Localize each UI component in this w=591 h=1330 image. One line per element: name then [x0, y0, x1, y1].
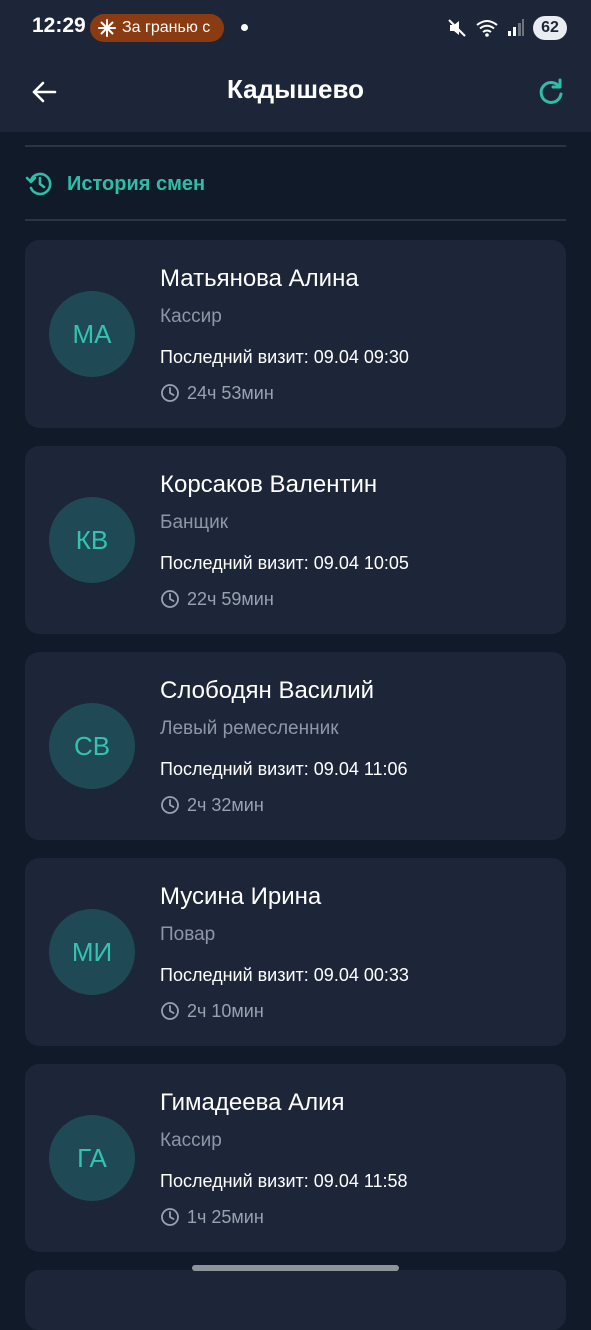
clock-icon — [161, 1208, 179, 1226]
signal-icon — [508, 19, 524, 36]
clock-icon — [161, 796, 179, 814]
employee-card[interactable]: СВ Слободян Василий Левый ремесленник По… — [25, 652, 566, 840]
employee-name: Гимадеева Алия — [160, 1089, 345, 1116]
duration-text: 2ч 32мин — [187, 794, 264, 815]
employee-name: Корсаков Валентин — [160, 471, 378, 498]
wifi-icon — [476, 20, 498, 37]
status-icons: 62 — [447, 14, 567, 42]
avatar: КВ — [49, 497, 135, 583]
duration-text: 24ч 53мин — [187, 382, 274, 403]
employee-role: Кассир — [160, 1130, 222, 1151]
employee-name: Матьянова Алина — [160, 265, 359, 292]
employee-card[interactable]: ГА Гимадеева Алия Кассир Последний визит… — [25, 1064, 566, 1252]
refresh-icon — [539, 78, 563, 104]
page-title: Кадышево — [226, 74, 364, 104]
shift-duration: 22ч 59мин — [160, 588, 274, 610]
battery-level: 62 — [533, 16, 567, 40]
shift-duration: 2ч 32мин — [160, 794, 264, 816]
clock-icon — [161, 384, 179, 402]
home-indicator[interactable] — [192, 1265, 399, 1271]
last-visit: Последний визит: 09.04 00:33 — [160, 965, 409, 985]
duration-text: 22ч 59мин — [187, 588, 274, 609]
avatar: ГА — [49, 1115, 135, 1201]
shift-duration: 2ч 10мин — [160, 1000, 264, 1022]
status-bar: 12:29 За гранью с 62 — [0, 0, 591, 58]
duration-text: 2ч 10мин — [187, 1000, 264, 1021]
employee-name: Слободян Василий — [160, 677, 375, 704]
mute-icon — [448, 19, 466, 37]
duration-text: 1ч 25мин — [187, 1206, 264, 1227]
employee-role: Повар — [160, 924, 216, 945]
employee-role: Кассир — [160, 306, 222, 327]
app-bar: Кадышево — [0, 58, 591, 132]
history-icon — [25, 172, 52, 196]
notification-pill[interactable]: За гранью с — [90, 14, 224, 42]
last-visit: Последний визит: 09.04 11:06 — [160, 759, 408, 779]
employee-role: Левый ремесленник — [160, 718, 339, 739]
avatar: МА — [49, 291, 135, 377]
history-label: История смен — [67, 172, 206, 195]
divider-bottom — [25, 219, 566, 221]
last-visit: Последний визит: 09.04 10:05 — [160, 553, 409, 573]
employee-card[interactable]: МИ Мусина Ирина Повар Последний визит: 0… — [25, 858, 566, 1046]
clock-icon — [161, 590, 179, 608]
clock-icon — [161, 1002, 179, 1020]
last-visit: Последний визит: 09.04 09:30 — [160, 347, 409, 367]
notification-text: За гранью с — [122, 19, 211, 36]
avatar: СВ — [49, 703, 135, 789]
employee-card[interactable]: МА Матьянова Алина Кассир Последний визи… — [25, 240, 566, 428]
employee-role: Банщик — [160, 512, 229, 533]
status-time: 12:29 — [32, 14, 86, 37]
divider-top — [25, 145, 566, 147]
notification-dot — [241, 24, 248, 31]
sparkle-icon — [98, 19, 116, 37]
employee-list: МА Матьянова Алина Кассир Последний визи… — [25, 240, 566, 1330]
avatar: МИ — [49, 909, 135, 995]
last-visit: Последний визит: 09.04 11:58 — [160, 1171, 408, 1191]
shift-duration: 24ч 53мин — [160, 382, 274, 404]
refresh-button[interactable] — [531, 72, 571, 112]
employee-card[interactable]: КВ Корсаков Валентин Банщик Последний ви… — [25, 446, 566, 634]
back-button[interactable] — [24, 72, 64, 112]
employee-name: Мусина Ирина — [160, 883, 322, 910]
employee-card-partial[interactable] — [25, 1270, 566, 1330]
shift-duration: 1ч 25мин — [160, 1206, 264, 1228]
arrow-left-icon — [32, 81, 57, 103]
history-link[interactable]: История смен — [25, 166, 205, 202]
